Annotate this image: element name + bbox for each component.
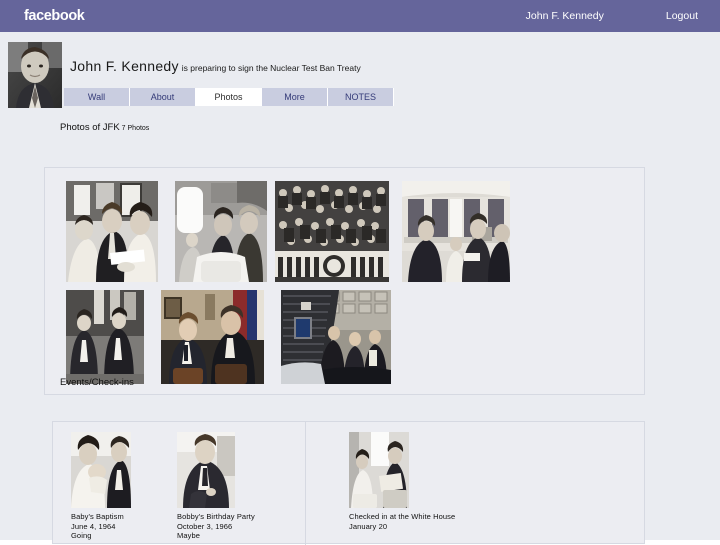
photo-thumbnail[interactable] bbox=[175, 181, 267, 282]
event-rsvp-status: Going bbox=[71, 531, 92, 540]
event-details: Baby's Baptism June 4, 1964 Going bbox=[71, 512, 124, 541]
profile-name-row: John F. Kennedy is preparing to sign the … bbox=[70, 58, 361, 76]
checkin-thumbnail[interactable] bbox=[349, 432, 409, 508]
checkin-details: Checked in at the White House January 20 bbox=[349, 512, 455, 531]
event-thumbnail[interactable] bbox=[177, 432, 235, 508]
event-thumbnail[interactable] bbox=[71, 432, 131, 508]
page-body: John F. Kennedy is preparing to sign the … bbox=[0, 32, 720, 545]
topbar-right-group: John F. Kennedy Logout bbox=[526, 0, 720, 32]
event-name: Baby's Baptism bbox=[71, 512, 124, 521]
facebook-logo[interactable]: facebook bbox=[24, 8, 85, 24]
event-name: Bobby's Birthday Party bbox=[177, 512, 255, 521]
white-house-interior-with-two-people-image bbox=[349, 432, 409, 508]
joint-session-of-congress-crowd-image bbox=[275, 181, 389, 282]
photo-thumbnail[interactable] bbox=[281, 290, 391, 384]
checkin-name: Checked in at the White House bbox=[349, 512, 456, 521]
top-navigation-bar: facebook John F. Kennedy Logout bbox=[0, 0, 720, 32]
photo-thumbnail[interactable] bbox=[66, 181, 158, 282]
photos-grid-panel bbox=[44, 167, 645, 395]
checkin-date: January 20 bbox=[349, 521, 388, 531]
profile-tab-bar: Wall About Photos More NOTES bbox=[64, 88, 394, 106]
avatar-image bbox=[8, 42, 62, 108]
event-rsvp-status: Maybe bbox=[177, 531, 201, 540]
photo-thumbnail[interactable] bbox=[275, 181, 389, 282]
current-user-link[interactable]: John F. Kennedy bbox=[526, 10, 604, 22]
events-checkins-panel: Baby's Baptism June 4, 1964 Going Bobby'… bbox=[52, 421, 645, 545]
tab-about[interactable]: About bbox=[130, 88, 196, 106]
jfk-and-jackie-seated-on-plane-image bbox=[175, 181, 267, 282]
profile-avatar[interactable] bbox=[8, 42, 62, 108]
bobby-kennedy-seated-in-suit-image bbox=[177, 432, 235, 508]
profile-status-text: is preparing to sign the Nuclear Test Ba… bbox=[181, 63, 361, 73]
photo-thumbnail[interactable] bbox=[402, 181, 510, 282]
tab-wall[interactable]: Wall bbox=[64, 88, 130, 106]
jfk-seated-talking-with-man-in-office-image bbox=[161, 290, 264, 384]
event-date: June 4, 1964 bbox=[71, 521, 116, 531]
photos-heading-text: Photos of JFK bbox=[60, 122, 120, 133]
tab-photos[interactable]: Photos bbox=[196, 88, 262, 106]
page-title[interactable]: John F. Kennedy bbox=[70, 58, 179, 74]
logout-link[interactable]: Logout bbox=[666, 10, 698, 22]
photo-thumbnail[interactable] bbox=[66, 290, 144, 384]
event-details: Bobby's Birthday Party October 3, 1966 M… bbox=[177, 512, 255, 541]
jfk-inspecting-space-capsule-with-crowd-image bbox=[281, 290, 391, 384]
event-date: October 3, 1966 bbox=[177, 521, 233, 531]
tab-notes[interactable]: NOTES bbox=[328, 88, 394, 106]
oval-office-meeting-with-officials-image bbox=[402, 181, 510, 282]
photos-count-label: 7 Photos bbox=[121, 125, 150, 132]
photos-section-heading: Photos of JFK 7 Photos bbox=[60, 122, 149, 133]
events-section-heading: Events/Check-ins bbox=[60, 377, 134, 388]
two-men-walking-outdoors-image bbox=[66, 290, 144, 384]
jfk-and-jackie-with-woman-indoors-image bbox=[66, 181, 158, 282]
photo-thumbnail[interactable] bbox=[161, 290, 264, 384]
tab-more[interactable]: More bbox=[262, 88, 328, 106]
jackie-holding-baby-with-jfk-image bbox=[71, 432, 131, 508]
events-checkins-divider bbox=[305, 422, 306, 545]
